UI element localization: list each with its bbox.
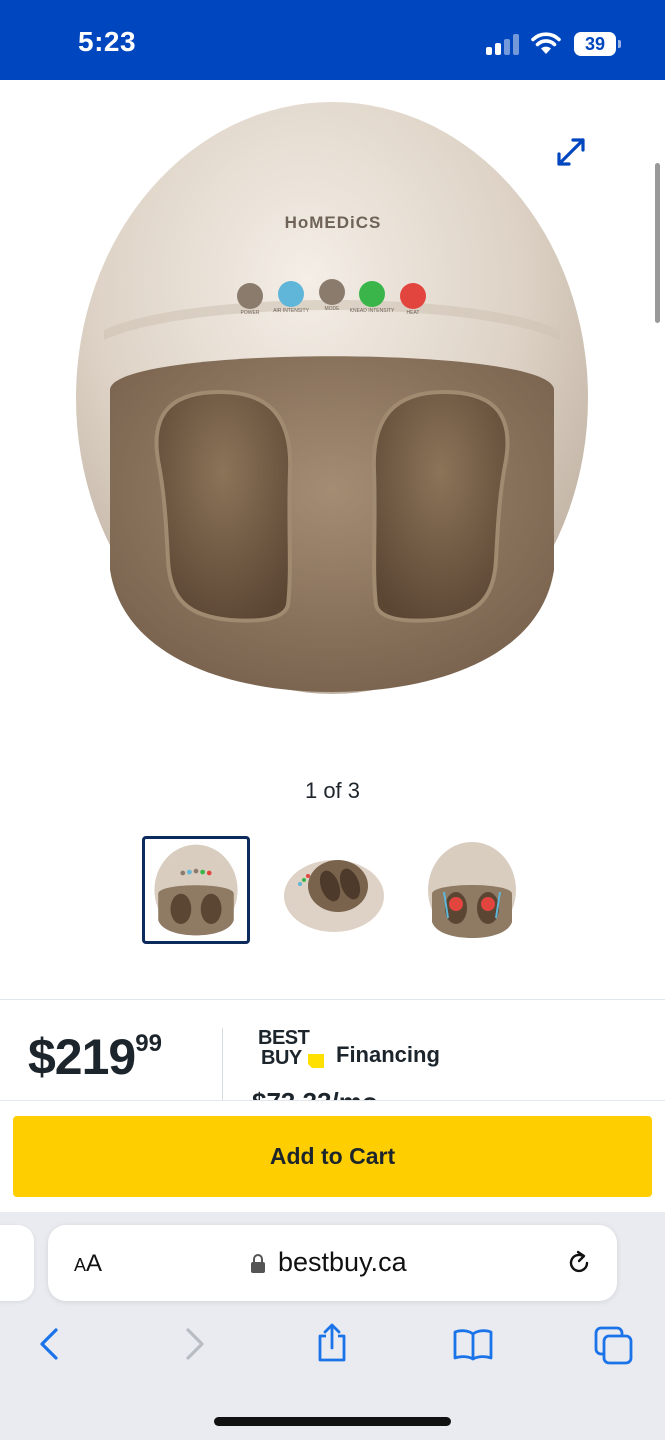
page: 5:23 39 HoMEDiCS POWER AIR INTENSITY MOD… [0, 0, 665, 1440]
scroll-indicator[interactable] [655, 163, 660, 323]
status-bar: 5:23 39 [0, 0, 665, 80]
status-time: 5:23 [78, 26, 137, 57]
image-counter: 1 of 3 [304, 778, 361, 803]
previous-tab[interactable] [0, 1225, 34, 1301]
price-cents: 99 [135, 1030, 162, 1057]
financing-label[interactable]: Financing [336, 1042, 440, 1068]
back-icon[interactable] [32, 1326, 68, 1362]
svg-text:HEAT: HEAT [407, 310, 420, 316]
product-image[interactable]: HoMEDiCS POWER AIR INTENSITY MODE KNEAD … [70, 100, 594, 700]
monthly-price: $73.33/mo. [252, 1087, 385, 1102]
divider [0, 999, 665, 1000]
thumbnail-strip [0, 836, 665, 946]
price-divider [222, 1028, 223, 1100]
thumbnail-1[interactable] [142, 836, 250, 944]
brand-logo: HoMEDiCS [285, 213, 382, 232]
svg-text:POWER: POWER [241, 310, 260, 316]
svg-text:MODE: MODE [325, 306, 341, 312]
expand-icon[interactable] [553, 134, 589, 170]
battery-level: 39 [574, 32, 616, 56]
battery-icon: 39 [574, 32, 622, 56]
svg-text:AIR INTENSITY: AIR INTENSITY [273, 308, 310, 314]
svg-text:KNEAD INTENSITY: KNEAD INTENSITY [350, 308, 395, 314]
lock-icon [251, 1254, 265, 1273]
url-text[interactable]: bestbuy.ca [278, 1247, 407, 1278]
thumbnail-3[interactable] [418, 836, 526, 944]
forward-icon[interactable] [176, 1326, 212, 1362]
reader-settings-button[interactable]: AA [74, 1250, 102, 1278]
share-icon[interactable] [314, 1322, 350, 1364]
add-to-cart-button[interactable]: Add to Cart [13, 1116, 652, 1197]
product-price: $21999 [28, 1028, 162, 1086]
bestbuy-logo: BEST BUY [258, 1027, 324, 1069]
price-dollars: $219 [28, 1029, 136, 1085]
tabs-icon[interactable] [594, 1326, 634, 1366]
svg-text:BEST: BEST [258, 1027, 310, 1049]
bookmarks-icon[interactable] [452, 1326, 494, 1362]
svg-text:BUY: BUY [261, 1047, 303, 1069]
thumbnail-2[interactable] [280, 836, 388, 944]
reload-icon[interactable] [565, 1249, 593, 1277]
signal-icon [486, 33, 522, 55]
wifi-icon [531, 32, 561, 54]
home-indicator [214, 1417, 451, 1426]
